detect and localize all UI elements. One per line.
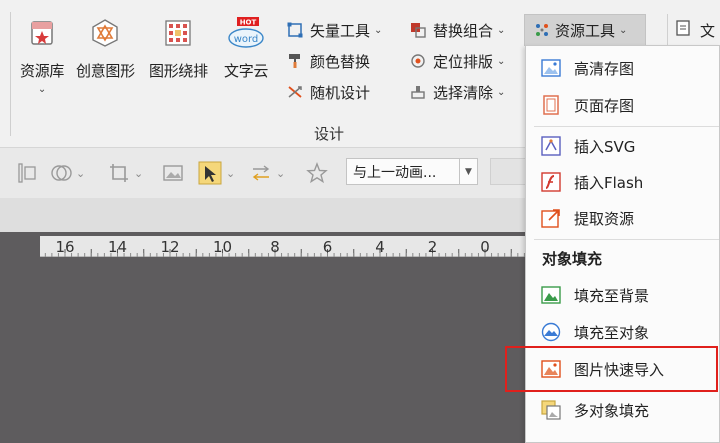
- chevron-down-icon: ⌄: [37, 84, 47, 95]
- merge-shapes-icon[interactable]: ⌄: [50, 161, 85, 185]
- position-layout-label: 定位排版: [433, 52, 494, 71]
- menu-item-label: 插入SVG: [574, 137, 636, 156]
- menu-divider: [534, 239, 719, 240]
- replace-group-button[interactable]: 替换组合 ⌄: [409, 18, 505, 42]
- menu-item-label: 填充至背景: [574, 286, 650, 305]
- hot-badge: HOT: [240, 19, 257, 27]
- menu-item-label: 插入Flash: [574, 173, 644, 192]
- highlight-annotation: [505, 346, 718, 392]
- chevron-down-icon: ⌄: [619, 24, 628, 36]
- animation-combo[interactable]: 与上一动画... ▼: [346, 158, 478, 185]
- target-icon: [409, 52, 427, 70]
- resource-tool-label: 资源工具: [555, 21, 616, 40]
- word-cloud-button[interactable]: HOT word 文字云: [224, 17, 269, 81]
- star-icon[interactable]: [306, 161, 328, 185]
- chevron-down-icon: ⌄: [226, 166, 236, 180]
- replace-group-label: 替换组合: [433, 21, 494, 40]
- swap-icon[interactable]: ⌄: [250, 161, 285, 185]
- design-group-label: 设计: [314, 125, 345, 143]
- creative-shape-label: 创意图形: [76, 62, 135, 80]
- menu-item-hd-save[interactable]: 高清存图: [526, 50, 720, 86]
- word-cloud-icon: HOT word: [226, 17, 266, 48]
- page-icon: [541, 95, 561, 115]
- ruler-label: 6: [322, 238, 333, 256]
- select-clear-button[interactable]: 选择清除 ⌄: [409, 80, 505, 104]
- crop-icon[interactable]: ⌄: [108, 161, 143, 185]
- random-design-label: 随机设计: [310, 83, 371, 102]
- fill-object-icon: [541, 322, 561, 342]
- chevron-down-icon: ⌄: [76, 166, 86, 180]
- chevron-down-icon: ⌄: [276, 166, 286, 180]
- menu-divider: [534, 126, 719, 127]
- flash-icon: [541, 172, 561, 192]
- menu-item-extract-resource[interactable]: 提取资源: [526, 200, 720, 236]
- align-icon[interactable]: [16, 161, 38, 185]
- menu-item-multi-fill[interactable]: 多对象填充: [526, 392, 720, 428]
- chevron-down-icon: ⌄: [134, 166, 144, 180]
- menu-section-title: 对象填充: [542, 250, 603, 268]
- extract-icon: [541, 208, 561, 228]
- ruler-label: 14: [107, 238, 128, 256]
- library-icon: [27, 18, 57, 48]
- word-badge: word: [234, 34, 259, 45]
- shape-wrap-button[interactable]: 图形绕排: [149, 18, 208, 81]
- color-replace-label: 颜色替换: [310, 52, 371, 71]
- resource-tool-button[interactable]: 资源工具 ⌄: [524, 14, 646, 46]
- chevron-down-icon: ⌄: [497, 24, 506, 36]
- creative-shape-icon: [90, 18, 120, 48]
- menu-item-label: 填充至对象: [574, 323, 650, 342]
- random-design-button[interactable]: 随机设计: [286, 80, 370, 104]
- color-replace-button[interactable]: 颜色替换: [286, 49, 370, 73]
- multi-fill-icon: [541, 400, 561, 420]
- select-clear-label: 选择清除: [433, 83, 494, 102]
- ruler-label: 8: [270, 238, 280, 256]
- animation-combo-value: 与上一动画...: [353, 164, 437, 181]
- chevron-down-icon: ⌄: [497, 55, 506, 67]
- position-layout-button[interactable]: 定位排版 ⌄: [409, 49, 505, 73]
- ruler-label: 10: [212, 238, 233, 256]
- menu-item-page-save[interactable]: 页面存图: [526, 87, 720, 123]
- chevron-down-icon: ⌄: [497, 86, 506, 98]
- paint-roller-icon: [286, 52, 304, 70]
- creative-shape-button[interactable]: 创意图形: [76, 18, 135, 81]
- resource-tool-icon: [533, 21, 551, 39]
- ruler-label: 2: [427, 238, 438, 256]
- menu-item-fill-object[interactable]: 填充至对象: [526, 314, 720, 350]
- image-hd-icon: [541, 58, 561, 78]
- menu-item-label: 高清存图: [574, 59, 635, 78]
- word-cloud-label: 文字云: [224, 62, 269, 80]
- svg-icon: [541, 136, 561, 156]
- picture-icon[interactable]: [162, 161, 184, 185]
- chevron-down-icon: ⌄: [374, 24, 383, 36]
- ruler-label: 12: [160, 238, 180, 256]
- menu-item-fill-background[interactable]: 填充至背景: [526, 277, 720, 313]
- shape-wrap-label: 图形绕排: [149, 62, 208, 80]
- shape-wrap-icon: [163, 18, 193, 48]
- ribbon-right-text-1: 文: [700, 22, 716, 40]
- ruler-label: 0: [480, 238, 490, 256]
- menu-item-label: 页面存图: [574, 96, 635, 115]
- ruler-label: 16: [55, 238, 75, 256]
- menu-item-insert-flash[interactable]: 插入Flash: [526, 164, 720, 200]
- library-label: 资源库: [20, 62, 65, 80]
- vector-tool-icon: [286, 21, 304, 39]
- document-icon: [676, 20, 690, 36]
- select-clear-icon: [409, 83, 427, 101]
- random-icon: [286, 83, 304, 101]
- replace-group-icon: [409, 21, 427, 39]
- library-button[interactable]: 资源库 ⌄: [20, 18, 64, 95]
- ruler-label: 4: [375, 238, 385, 256]
- fill-background-icon: [541, 285, 561, 305]
- menu-item-label: 多对象填充: [574, 401, 650, 420]
- select-pointer-icon[interactable]: ⌄: [198, 161, 235, 185]
- menu-item-label: 提取资源: [574, 209, 635, 228]
- chevron-down-icon[interactable]: ▼: [459, 159, 477, 184]
- menu-item-insert-svg[interactable]: 插入SVG: [526, 128, 720, 164]
- vector-tool-label: 矢量工具: [310, 21, 371, 40]
- vector-tool-button[interactable]: 矢量工具 ⌄: [286, 18, 382, 42]
- toolbar-field[interactable]: [490, 158, 530, 185]
